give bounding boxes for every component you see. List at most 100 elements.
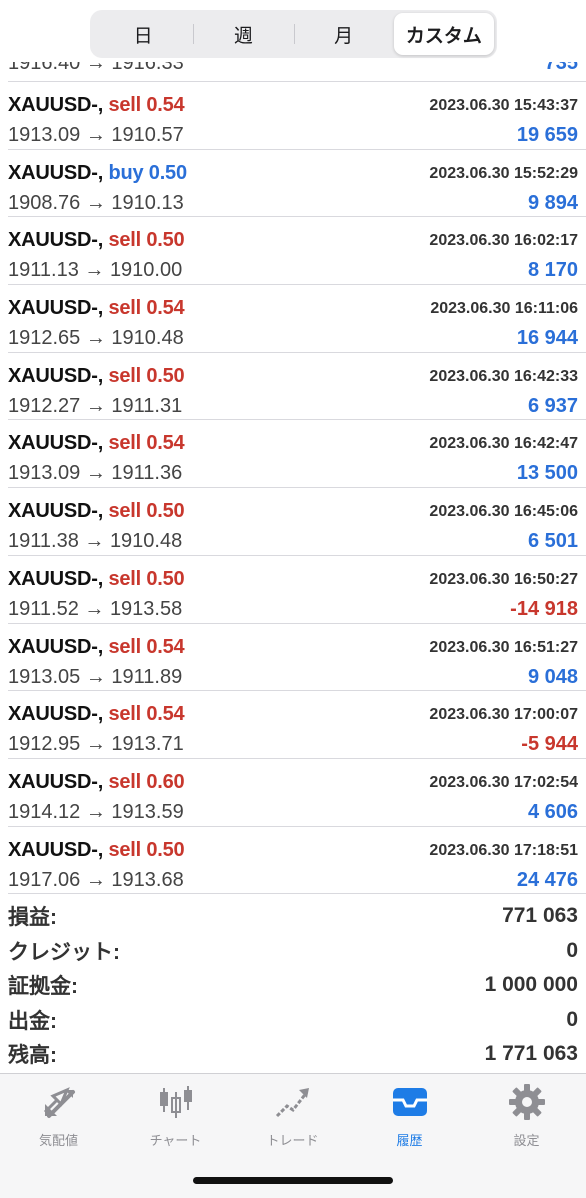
- period-tab-month[interactable]: 月: [293, 13, 394, 55]
- deal-prices: 1913.05 → 1911.89: [8, 666, 182, 689]
- deal-side-volume: sell 0.54: [108, 636, 184, 658]
- deal-side: sell: [108, 229, 141, 252]
- period-tab-custom[interactable]: カスタム: [393, 13, 494, 55]
- open-price: 1911.13: [8, 259, 79, 282]
- tab-trade[interactable]: トレード: [234, 1082, 351, 1152]
- open-price: 1908.76: [8, 191, 81, 214]
- deal-history-list[interactable]: XAUUSD-, sell 0.54 2023.06.30 15:43:37 191…: [0, 82, 586, 895]
- summary-value: 0: [566, 1007, 578, 1031]
- symbol-name: XAUUSD-,: [8, 567, 104, 590]
- deal-row[interactable]: XAUUSD-, sell 0.54 2023.06.30 15:43:37 191…: [8, 82, 586, 150]
- account-summary: 損益: 771 063 クレジット: 0 証拠金: 1 000 000 出金: …: [8, 899, 578, 1072]
- open-price: 1912.27: [8, 394, 81, 417]
- tab-quotes[interactable]: 気配値: [0, 1082, 117, 1152]
- summary-balance-row: 残高: 1 771 063: [8, 1037, 578, 1072]
- summary-label: 証拠金:: [8, 975, 78, 999]
- arrow-icon: →: [84, 259, 105, 282]
- deal-prices: 1911.52 → 1913.58: [8, 598, 182, 621]
- deal-time: 2023.06.30 16:02:17: [429, 232, 578, 250]
- deal-row[interactable]: XAUUSD-, sell 0.50 2023.06.30 16:02:17 191…: [8, 217, 586, 286]
- close-price: 1913.58: [109, 597, 183, 620]
- arrow-icon: →: [84, 530, 105, 553]
- deal-profit: 19 659: [516, 124, 578, 146]
- open-price: 1911.52: [8, 597, 79, 620]
- deal-symbol: XAUUSD-, sell 0.54: [8, 432, 185, 455]
- period-tab-week[interactable]: 週: [193, 13, 293, 55]
- deal-side-volume: sell 0.50: [108, 568, 184, 590]
- arrow-icon: →: [85, 191, 106, 214]
- arrow-icon: →: [85, 733, 106, 756]
- deal-profit: 13 500: [516, 462, 578, 485]
- trade-trend-icon: [275, 1088, 309, 1118]
- symbol-name: XAUUSD-,: [8, 364, 104, 387]
- summary-deposit-row: 証拠金: 1 000 000: [8, 968, 578, 1003]
- summary-profit-row: 損益: 771 063: [8, 899, 578, 934]
- deal-row[interactable]: XAUUSD-, sell 0.50 2023.06.30 16:50:27 191…: [8, 556, 586, 624]
- close-price: 1910.48: [111, 327, 184, 350]
- deal-row[interactable]: XAUUSD-, sell 0.60 2023.06.30 17:02:54 191…: [8, 759, 586, 827]
- open-price: 1912.95: [8, 733, 81, 756]
- deal-profit: 24 476: [516, 868, 578, 891]
- summary-label: 損益:: [8, 906, 57, 930]
- deal-symbol: XAUUSD-, sell 0.50: [8, 365, 185, 388]
- deal-time: 2023.06.30 15:52:29: [429, 164, 578, 182]
- deal-side-volume: sell 0.54: [108, 703, 184, 725]
- arrow-icon: →: [84, 597, 105, 620]
- deal-volume: 0.54: [146, 432, 185, 455]
- deal-side: sell: [108, 500, 141, 523]
- deal-side: sell: [108, 432, 141, 455]
- deal-symbol: XAUUSD-, sell 0.50: [8, 500, 185, 523]
- period-tab-day[interactable]: 日: [93, 13, 193, 55]
- symbol-name: XAUUSD-,: [8, 635, 104, 658]
- deal-row[interactable]: XAUUSD-, sell 0.50 2023.06.30 16:45:06 191…: [8, 488, 586, 556]
- deal-time: 2023.06.30 16:50:27: [429, 570, 578, 588]
- deal-side: sell: [108, 364, 141, 387]
- deal-time: 2023.06.30 16:42:33: [429, 367, 578, 385]
- tab-label: 気配値: [38, 1133, 78, 1148]
- deal-symbol: XAUUSD-, sell 0.60: [8, 771, 185, 794]
- open-price: 1917.06: [8, 868, 81, 891]
- deal-row[interactable]: XAUUSD-, sell 0.54 2023.06.30 17:00:07 191…: [8, 691, 586, 759]
- deal-row[interactable]: XAUUSD-, sell 0.54 2023.06.30 16:11:06 191…: [8, 285, 586, 353]
- close-price: 1913.71: [111, 733, 184, 756]
- summary-value: 0: [566, 938, 578, 962]
- close-price: 1911.89: [111, 665, 183, 688]
- deal-symbol: XAUUSD-, sell 0.54: [8, 94, 185, 117]
- tab-settings[interactable]: 設定: [468, 1082, 585, 1152]
- open-price: 1913.05: [8, 665, 81, 688]
- arrow-icon: →: [85, 868, 106, 891]
- deal-symbol: XAUUSD-, sell 0.50: [8, 568, 185, 591]
- tab-history[interactable]: 履歴: [351, 1082, 468, 1152]
- deal-row[interactable]: XAUUSD-, sell 0.50 2023.06.30 16:42:33 191…: [8, 353, 586, 421]
- summary-withdrawal-row: 出金: 0: [8, 1003, 578, 1038]
- symbol-name: XAUUSD-,: [8, 500, 104, 523]
- deal-row[interactable]: XAUUSD-, buy 0.50 2023.06.30 15:52:29 1908…: [8, 150, 586, 218]
- deal-side: sell: [108, 635, 141, 658]
- summary-label: 残高:: [8, 1044, 57, 1068]
- summary-value: 771 063: [502, 904, 578, 928]
- symbol-name: XAUUSD-,: [8, 838, 104, 861]
- deal-row[interactable]: XAUUSD-, sell 0.50 2023.06.30 17:18:51 191…: [8, 827, 586, 895]
- arrow-icon: →: [85, 462, 106, 485]
- deal-profit: 6 937: [527, 394, 578, 417]
- open-price: 1914.12: [8, 800, 81, 823]
- deal-volume: 0.60: [146, 770, 185, 793]
- symbol-name: XAUUSD-,: [8, 297, 104, 320]
- open-price: 1913.09: [8, 124, 81, 146]
- deal-symbol: XAUUSD-, sell 0.54: [8, 636, 185, 659]
- deal-side: sell: [108, 94, 141, 116]
- home-indicator[interactable]: [193, 1177, 393, 1184]
- deal-row[interactable]: XAUUSD-, sell 0.54 2023.06.30 16:42:47 191…: [8, 420, 586, 489]
- summary-credit-row: クレジット: 0: [8, 934, 578, 969]
- deal-side-volume: sell 0.50: [108, 229, 184, 251]
- symbol-name: XAUUSD-,: [8, 161, 104, 184]
- deal-row[interactable]: XAUUSD-, sell 0.54 2023.06.30 16:51:27 191…: [8, 624, 586, 692]
- close-price: 1913.68: [111, 868, 184, 891]
- close-price: 1910.57: [111, 124, 184, 146]
- deal-time: 2023.06.30 16:11:06: [430, 300, 578, 318]
- close-price: 1911.31: [111, 394, 183, 417]
- deal-side: sell: [108, 770, 141, 793]
- close-price: 1911.36: [111, 462, 183, 485]
- symbol-name: XAUUSD-,: [8, 229, 104, 252]
- tab-chart[interactable]: チャート: [117, 1082, 234, 1152]
